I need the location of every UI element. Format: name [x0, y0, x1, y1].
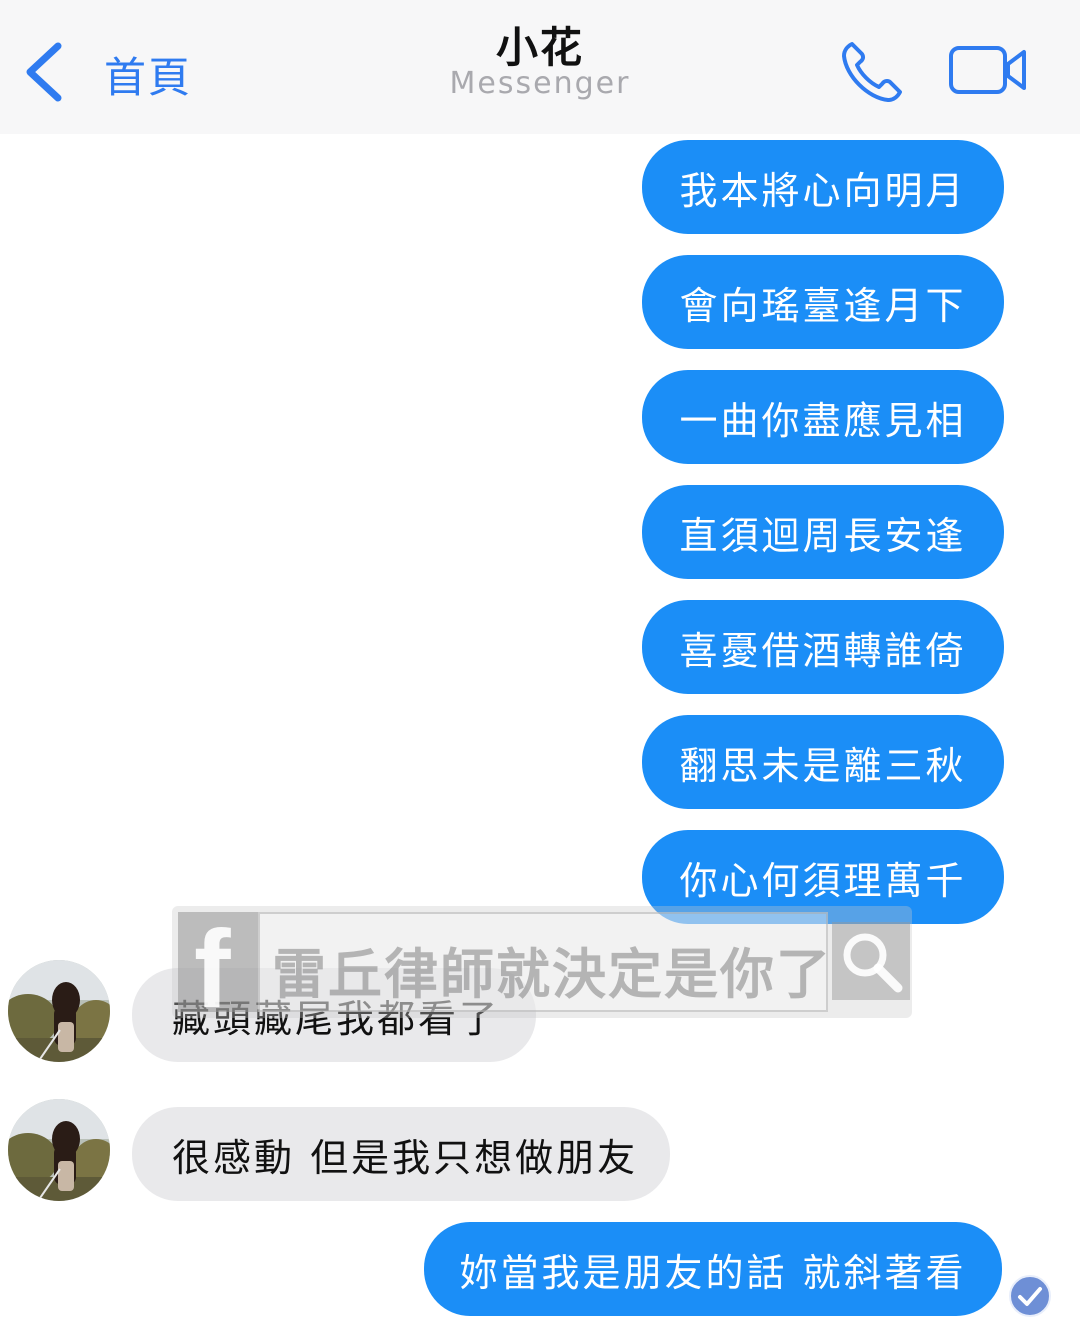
chat-header: 首頁 小花 Messenger [0, 0, 1080, 134]
message-bubble-received[interactable]: 很感動 但是我只想做朋友 [132, 1107, 670, 1201]
video-camera-icon[interactable] [948, 44, 1028, 96]
facebook-logo-icon: f [178, 908, 258, 1018]
phone-icon[interactable] [838, 38, 906, 106]
message-bubble-sent[interactable]: 我本將心向明月 [642, 140, 1004, 234]
message-bubble-sent[interactable]: 妳當我是朋友的話 就斜著看 [424, 1222, 1002, 1316]
avatar[interactable] [8, 960, 110, 1062]
message-bubble-sent[interactable]: 一曲你盡應見相 [642, 370, 1004, 464]
chat-screen: 首頁 小花 Messenger 我本將心向明月 會向瑤臺逢月下 一曲你盡應見相 … [0, 0, 1080, 1321]
app-name: Messenger [449, 66, 631, 101]
watermark: f 雷丘律師就決定是你了 [172, 906, 912, 1018]
watermark-text: 雷丘律師就決定是你了 [272, 943, 832, 1006]
avatar-photo [8, 960, 110, 1062]
search-icon [832, 922, 910, 1000]
avatar-photo [8, 1099, 110, 1201]
avatar[interactable] [8, 1099, 110, 1201]
message-bubble-sent[interactable]: 喜憂借酒轉誰倚 [642, 600, 1004, 694]
message-bubble-sent[interactable]: 直須迴周長安逢 [642, 485, 1004, 579]
message-bubble-sent[interactable]: 會向瑤臺逢月下 [642, 255, 1004, 349]
message-bubble-sent[interactable]: 翻思未是離三秋 [642, 715, 1004, 809]
checkmark-circle-icon [1009, 1275, 1051, 1317]
